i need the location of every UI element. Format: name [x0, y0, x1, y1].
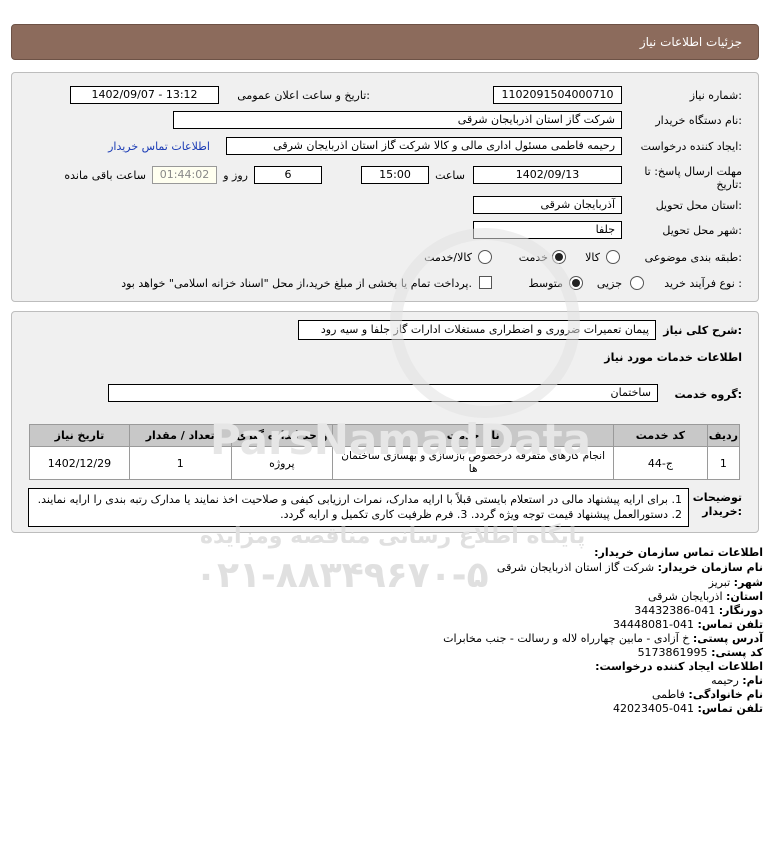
- process-option-medium: متوسط: [528, 277, 563, 290]
- category-option-service: خدمت: [518, 251, 548, 264]
- treasury-payment-checkbox[interactable]: [479, 276, 492, 289]
- services-table: ردیف کد خدمت نام خدمت واحد اندازه گیری ت…: [29, 424, 741, 480]
- buyer-notes-box: 1. برای ارایه پیشنهاد مالی در استعلام با…: [28, 488, 689, 527]
- process-label: نوع فرآیند خرید :: [664, 277, 742, 290]
- contact-address: آدرس پستی: خ آزادی - مابین چهارراه لاله …: [443, 632, 763, 645]
- announce-date-field: 1402/09/07 - 13:12: [70, 86, 219, 104]
- watermark-phone: ۰۲۱-۸۸۳۴۹۶۷۰-۵: [195, 555, 489, 596]
- deadline-label-date: تاریخ:: [716, 178, 742, 191]
- contact-title: اطلاعات تماس سازمان خریدار:: [594, 546, 763, 559]
- description-label: شرح کلی نیاز:: [663, 324, 742, 337]
- description-field: پیمان تعمیرات ضروری و اضطراری مستغلات اد…: [298, 320, 656, 340]
- delivery-province-label: استان محل تحویل:: [655, 199, 742, 212]
- contact-city: شهر: تبریز: [708, 576, 763, 589]
- service-group-label: گروه خدمت:: [674, 388, 742, 401]
- contact-org: نام سازمان خریدار: شرکت گاز استان اذربای…: [496, 561, 763, 574]
- category-radio-goods-service[interactable]: [478, 250, 492, 264]
- page-header: جزئیات اطلاعات نیاز: [11, 24, 759, 60]
- cell-need-date: 1402/12/29: [29, 446, 130, 480]
- category-option-goods-service: کالا/خدمت: [424, 251, 472, 264]
- creator-label: ایجاد کننده درخواست:: [640, 140, 742, 153]
- deadline-date-field: 1402/09/13: [473, 166, 622, 184]
- category-label: طبقه بندی موضوعی:: [644, 251, 742, 264]
- days-field: 6: [254, 166, 322, 184]
- delivery-city-field: جلفا: [473, 221, 622, 239]
- col-header-unit: واحد اندازه گیری: [230, 424, 334, 447]
- process-option-minor: جزیی: [596, 277, 622, 290]
- deadline-time-label: ساعت: [435, 169, 465, 182]
- delivery-province-field: آذربایجان شرقی: [473, 196, 622, 214]
- deadline-time-field: 15:00: [361, 166, 429, 184]
- need-number-label: شماره نیاز:: [689, 89, 742, 102]
- cell-service-code: ج-44: [613, 446, 708, 480]
- remaining-time-label: ساعت باقی مانده: [64, 169, 146, 182]
- contact-postal-code: کد پستی: 5173861995: [637, 646, 763, 659]
- buyer-contact-link[interactable]: اطلاعات تماس خریدار: [108, 140, 210, 153]
- buyer-org-field: شرکت گاز استان اذربایجان شرقی: [173, 111, 622, 129]
- contact-fax: دورنگار: 041-34432386: [634, 604, 763, 617]
- process-radio-minor[interactable]: [630, 276, 644, 290]
- buyer-notes-text: 1. برای ارایه پیشنهاد مالی در استعلام با…: [37, 493, 682, 521]
- buyer-notes-label: توضیحات: [692, 491, 742, 504]
- cell-quantity: 1: [128, 446, 232, 480]
- creator-info-title: اطلاعات ایجاد کننده درخواست:: [595, 660, 763, 673]
- creator-first-name: نام: رحیمه: [711, 674, 763, 687]
- col-header-need-date: تاریخ نیاز: [29, 424, 130, 447]
- creator-last-name: نام خانوادگی: فاطمی: [652, 688, 763, 701]
- category-radio-service[interactable]: [552, 250, 566, 264]
- deadline-label: مهلت ارسال پاسخ: تا: [644, 165, 742, 178]
- page-title: جزئیات اطلاعات نیاز: [639, 35, 742, 49]
- contact-phone: تلفن تماس: 041-34448081: [613, 618, 763, 631]
- category-radio-goods[interactable]: [606, 250, 620, 264]
- treasury-payment-note: پرداخت تمام یا بخشی از مبلغ خرید،از محل …: [121, 277, 472, 290]
- creator-field: رحیمه فاطمی مسئول اداری مالی و کالا شرکت…: [226, 137, 622, 155]
- services-heading: اطلاعات خدمات مورد نیاز: [604, 351, 742, 364]
- need-number-field: 1102091504000710: [493, 86, 622, 104]
- table-row: 1 ج-44 انجام کارهای متفرقه درخصوص بازساز…: [29, 446, 741, 480]
- col-header-row-number: ردیف: [706, 424, 741, 447]
- service-group-field: ساختمان: [108, 384, 658, 402]
- col-header-quantity: تعداد / مقدار: [128, 424, 232, 447]
- need-info-panel: [11, 72, 759, 302]
- category-option-goods: کالا: [585, 251, 600, 264]
- cell-unit: پروژه: [230, 446, 334, 480]
- remaining-time-field: 01:44:02: [152, 166, 217, 184]
- cell-service-name: انجام کارهای متفرقه درخصوص بازسازی و بهس…: [332, 446, 615, 480]
- cell-row-number: 1: [706, 446, 741, 480]
- days-label: روز و: [223, 169, 248, 182]
- col-header-service-name: نام خدمت: [332, 424, 615, 447]
- contact-province: استان: اذربایجان شرقی: [648, 590, 763, 603]
- creator-phone: تلفن تماس: 041-42023405: [613, 702, 763, 715]
- delivery-city-label: شهر محل تحویل:: [662, 224, 742, 237]
- table-header-row: ردیف کد خدمت نام خدمت واحد اندازه گیری ت…: [29, 424, 741, 447]
- buyer-notes-label-2: خریدار:: [702, 505, 742, 518]
- col-header-service-code: کد خدمت: [613, 424, 708, 447]
- process-radio-medium[interactable]: [569, 276, 583, 290]
- buyer-org-label: نام دستگاه خریدار:: [655, 114, 742, 127]
- announce-date-label: تاریخ و ساعت اعلان عمومی:: [237, 89, 370, 102]
